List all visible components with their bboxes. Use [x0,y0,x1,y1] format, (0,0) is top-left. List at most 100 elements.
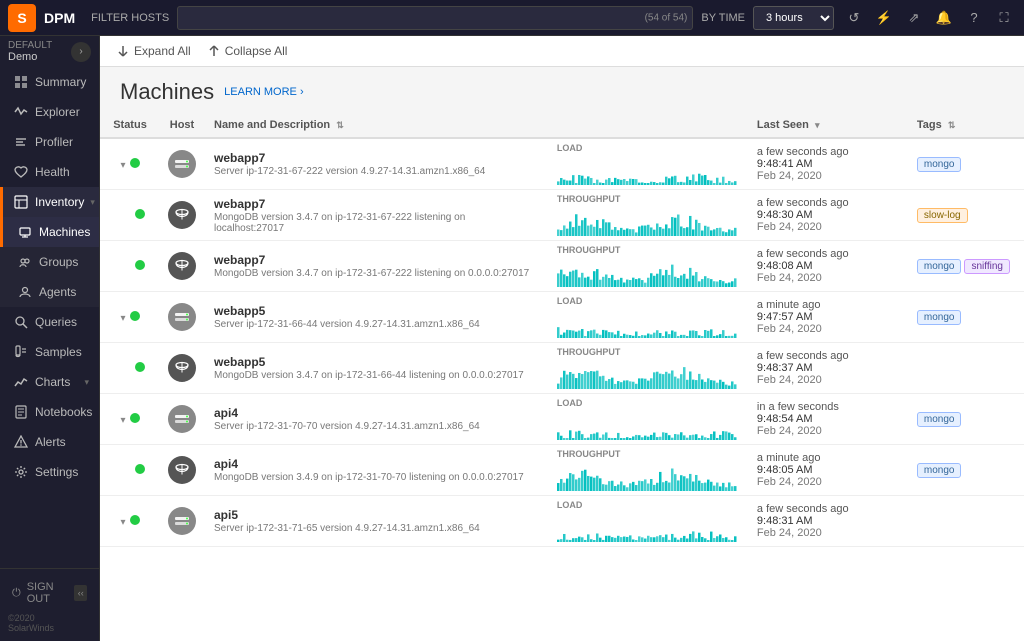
explorer-label: Explorer [35,105,80,119]
row-tags: mongo [907,292,1024,343]
col-chart [547,113,747,138]
sidebar-item-explorer[interactable]: Explorer [0,97,99,127]
chart-label: LOAD [557,143,737,153]
main-layout: DEFAULT Demo › Summary Explorer [0,36,1024,641]
sign-out-label: SIGN OUT [27,581,69,605]
settings-icon [13,464,29,480]
filter-label: FILTER HOSTS [91,12,169,24]
bell-icon[interactable]: 🔔 [932,6,956,30]
row-desc: Server ip-172-31-70-70 version 4.9.27-14… [214,421,537,432]
mini-chart [557,359,737,389]
fullscreen-icon[interactable]: ⛶ [992,6,1016,30]
tag-mongo: mongo [917,463,962,478]
machines-icon [17,224,33,240]
status-dot [130,158,140,168]
copyright: ©2020SolarWinds [8,613,91,633]
learn-more-link[interactable]: LEARN MORE › [224,86,303,98]
row-name: webapp7 [214,253,537,267]
expand-all-btn[interactable]: Expand All [116,44,191,58]
health-label: Health [35,165,70,179]
sidebar-item-charts[interactable]: Charts ▾ [0,367,99,397]
chart-label: THROUGHPUT [557,245,737,255]
lastseen-date: Feb 24, 2020 [757,323,897,335]
mini-chart [557,206,737,236]
charts-icon [13,374,29,390]
machines-table-wrap: Status Host Name and Description ⇅ Last … [100,113,1024,641]
row-desc: MongoDB version 3.4.7 on ip-172-31-66-44… [214,370,537,381]
lastseen-time: 9:48:37 AM [757,362,897,374]
row-expand-arrow[interactable]: ▾ [120,415,125,426]
mini-chart [557,155,737,185]
tag-mongo: mongo [917,412,962,427]
queries-label: Queries [35,315,77,329]
sidebar-item-notebooks[interactable]: Notebooks [0,397,99,427]
expand-all-label: Expand All [134,44,191,58]
sidebar: DEFAULT Demo › Summary Explorer [0,36,100,641]
sidebar-item-inventory[interactable]: Inventory ▾ [0,187,99,217]
col-lastseen[interactable]: Last Seen ▾ [747,113,907,138]
row-expand-arrow[interactable]: ▾ [120,313,125,324]
sidebar-item-agents[interactable]: Agents [0,277,99,307]
mini-chart [557,410,737,440]
sidebar-item-settings[interactable]: Settings [0,457,99,487]
notebooks-label: Notebooks [35,405,92,419]
row-expand-arrow[interactable]: ▾ [120,517,125,528]
refresh-icon[interactable]: ↺ [842,6,866,30]
share-icon[interactable]: ⇗ [902,6,926,30]
expand-icon [116,44,130,58]
topbar: S DPM FILTER HOSTS (54 of 54) BY TIME 3 … [0,0,1024,36]
row-name: webapp5 [214,355,537,369]
lastseen-relative: a few seconds ago [757,146,897,158]
table-row: webapp7 MongoDB version 3.4.7 on ip-172-… [100,241,1024,292]
agents-icon [17,284,33,300]
mini-chart [557,308,737,338]
row-name: api5 [214,508,537,522]
row-name: webapp7 [214,151,537,165]
lastseen-date: Feb 24, 2020 [757,170,897,182]
filter-input-wrap: (54 of 54) [177,6,693,30]
status-dot [135,362,145,372]
row-tags: mongo [907,138,1024,190]
row-expand-arrow[interactable]: ▾ [120,160,125,171]
col-tags[interactable]: Tags ⇅ [907,113,1024,138]
sidebar-item-profiler[interactable]: Profiler [0,127,99,157]
sidebar-item-summary[interactable]: Summary [0,67,99,97]
lastseen-date: Feb 24, 2020 [757,527,897,539]
table-row: ▾ api4 Server ip-172-31-70-70 version 4.… [100,394,1024,445]
sidebar-item-health[interactable]: Health [0,157,99,187]
agents-label: Agents [39,285,76,299]
time-select[interactable]: 3 hours 1 hour 6 hours 24 hours [753,6,834,30]
sidebar-expand-btn[interactable]: › [71,42,91,62]
sidebar-item-groups[interactable]: Groups [0,247,99,277]
sign-out-btn[interactable]: ⏻ SIGN OUT ‹‹ [8,577,91,609]
col-name[interactable]: Name and Description ⇅ [204,113,547,138]
sidebar-item-queries[interactable]: Queries [0,307,99,337]
sidebar-item-machines[interactable]: Machines [0,217,99,247]
sidebar-item-samples[interactable]: Samples [0,337,99,367]
filter-hosts-input[interactable] [177,6,693,30]
activity-icon[interactable]: ⚡ [872,6,896,30]
chart-label: LOAD [557,296,737,306]
lastseen-time: 9:48:08 AM [757,260,897,272]
col-status[interactable]: Status [100,113,160,138]
col-host[interactable]: Host [160,113,204,138]
charts-label: Charts [35,375,70,389]
settings-label: Settings [35,465,78,479]
lastseen-time: 9:48:05 AM [757,464,897,476]
help-icon[interactable]: ? [962,6,986,30]
lastseen-relative: a minute ago [757,452,897,464]
row-desc: Server ip-172-31-66-44 version 4.9.27-14… [214,319,537,330]
chart-label: THROUGHPUT [557,194,737,204]
sidebar-collapse-btn[interactable]: ‹‹ [74,585,87,601]
table-row: webapp7 MongoDB version 3.4.7 on ip-172-… [100,190,1024,241]
sidebar-bottom: ⏻ SIGN OUT ‹‹ ©2020SolarWinds [0,568,99,641]
row-tags: mongosniffing [907,241,1024,292]
page-title: Machines LEARN MORE › [120,79,1004,105]
lastseen-relative: a few seconds ago [757,248,897,260]
collapse-all-btn[interactable]: Collapse All [207,44,288,58]
status-dot [130,311,140,321]
status-dot [135,209,145,219]
by-time-label: BY TIME [701,12,745,24]
sidebar-item-alerts[interactable]: Alerts [0,427,99,457]
chart-label: LOAD [557,500,737,510]
